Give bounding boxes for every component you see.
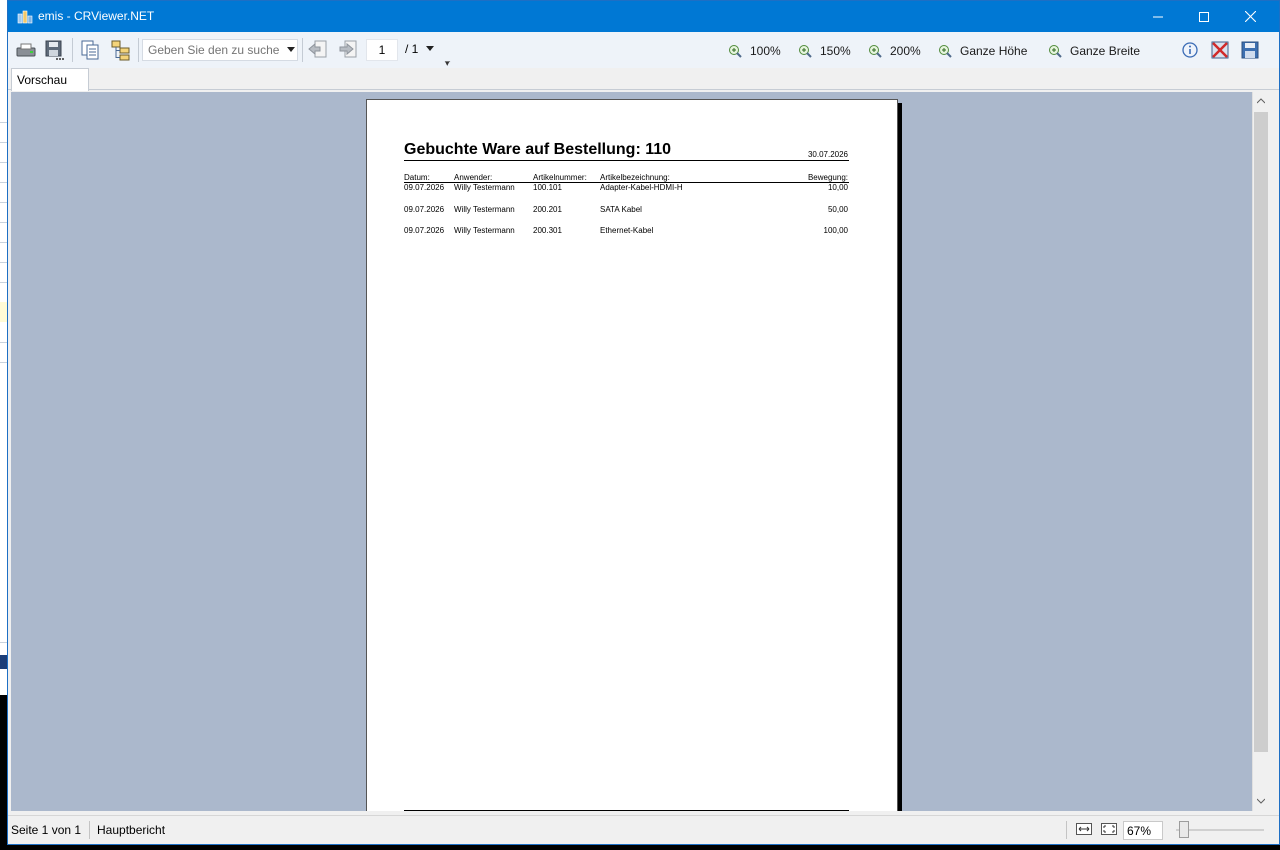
zoom-in-icon — [799, 45, 812, 58]
page-dropdown-icon[interactable] — [426, 46, 434, 51]
page-status: Seite 1 von 1 — [11, 823, 82, 837]
column-header-bewegung: Bewegung: — [807, 173, 848, 182]
search-input[interactable] — [143, 40, 279, 60]
previous-page-button[interactable] — [306, 38, 330, 62]
zoom-in-icon — [729, 45, 742, 58]
column-header-artikelbezeichnung: Artikelbezeichnung: — [600, 173, 670, 182]
window-title: emis - CRViewer.NET — [38, 9, 155, 23]
title-rule — [404, 160, 849, 161]
tree-view-icon — [111, 40, 130, 61]
fit-width-button[interactable] — [1076, 822, 1092, 839]
cell-anwender: Willy Testermann — [454, 205, 515, 214]
zoom-in-icon — [869, 45, 882, 58]
vertical-scrollbar[interactable] — [1252, 92, 1269, 811]
zoom-200-label: 200% — [890, 44, 921, 58]
cell-artikelbezeichnung: SATA Kabel — [600, 205, 642, 214]
close-report-button[interactable] — [1208, 38, 1232, 62]
zoom-150-button[interactable]: 150% — [798, 41, 851, 61]
fit-page-button[interactable] — [1101, 822, 1117, 839]
cell-bewegung: 10,00 — [827, 183, 848, 192]
page-back-icon — [308, 40, 327, 58]
cell-bewegung: 50,00 — [827, 205, 848, 214]
column-header-anwender: Anwender: — [454, 173, 493, 182]
export-button[interactable] — [42, 38, 66, 62]
zoom-level-field[interactable]: 67% — [1123, 821, 1163, 840]
zoom-slider-track[interactable] — [1176, 829, 1264, 831]
zoom-100-label: 100% — [750, 44, 781, 58]
zoom-page-height-button[interactable]: Ganze Höhe — [938, 41, 1027, 61]
scrollbar-thumb[interactable] — [1254, 112, 1268, 752]
cell-artikelnummer: 200.301 — [533, 226, 562, 235]
cell-bewegung: 100,00 — [823, 226, 848, 235]
page-forward-icon — [339, 40, 357, 58]
report-name-status: Hauptbericht — [97, 823, 166, 837]
fit-width-icon — [1076, 823, 1092, 835]
cell-anwender: Willy Testermann — [454, 183, 515, 192]
report-preview-area[interactable]: Gebuchte Ware auf Bestellung: 110 30.07.… — [11, 92, 1265, 811]
group-tree-button[interactable] — [109, 38, 133, 62]
print-button[interactable] — [14, 38, 38, 62]
report-page: Gebuchte Ware auf Bestellung: 110 30.07.… — [366, 99, 898, 811]
toolbar-overflow-icon[interactable]: _ ▾ — [445, 53, 450, 68]
zoom-page-height-label: Ganze Höhe — [960, 44, 1028, 58]
tab-strip: Vorschau — [8, 68, 1279, 91]
cell-datum: 09.07.2026 — [404, 205, 445, 214]
minimize-icon — [1153, 16, 1163, 17]
title-bar: emis - CRViewer.NET — [8, 1, 1279, 32]
info-button[interactable] — [1178, 38, 1202, 62]
app-icon — [17, 8, 33, 24]
crviewer-window: emis - CRViewer.NET Geben Sie den zu suc… — [7, 0, 1280, 845]
zoom-in-icon — [1049, 45, 1062, 58]
next-page-button[interactable] — [336, 38, 360, 62]
page-total: / 1 — [405, 42, 419, 56]
info-icon — [1182, 42, 1198, 58]
save-button[interactable] — [1238, 38, 1262, 62]
toolbar: 1 / 1 _▾ 100% 150% 200% Ganze Höhe Ganze… — [8, 32, 1279, 68]
report-date: 30.07.2026 — [807, 150, 848, 159]
printer-icon — [16, 43, 36, 57]
cell-datum: 09.07.2026 — [404, 226, 445, 235]
zoom-150-label: 150% — [820, 44, 851, 58]
search-field[interactable] — [142, 39, 298, 61]
cell-artikelnummer: 100.101 — [533, 183, 562, 192]
scroll-up-icon[interactable] — [1257, 97, 1265, 105]
status-bar: Seite 1 von 1 Hauptbericht 67% — [8, 815, 1279, 844]
close-icon — [1244, 11, 1256, 22]
zoom-200-button[interactable]: 200% — [868, 41, 921, 61]
close-report-icon — [1211, 41, 1229, 59]
scroll-down-icon[interactable] — [1257, 797, 1265, 805]
cell-datum: 09.07.2026 — [404, 183, 445, 192]
column-header-artikelnummer: Artikelnummer: — [533, 173, 587, 182]
report-title: Gebuchte Ware auf Bestellung: 110 — [404, 141, 672, 158]
zoom-in-icon — [939, 45, 952, 58]
close-button[interactable] — [1227, 1, 1273, 32]
zoom-slider-thumb[interactable] — [1179, 821, 1189, 838]
minimize-button[interactable] — [1135, 1, 1181, 32]
copy-button[interactable] — [78, 38, 102, 62]
cell-artikelbezeichnung: Ethernet-Kabel — [600, 226, 654, 235]
footer-rule — [404, 810, 849, 811]
zoom-100-button[interactable]: 100% — [728, 41, 781, 61]
zoom-page-width-label: Ganze Breite — [1070, 44, 1141, 58]
cell-artikelbezeichnung: Adapter-Kabel-HDMI-H — [600, 183, 683, 192]
page-number-input[interactable]: 1 — [366, 39, 398, 61]
maximize-icon — [1199, 11, 1209, 22]
search-dropdown-icon[interactable] — [287, 47, 295, 52]
zoom-page-width-button[interactable]: Ganze Breite — [1048, 41, 1140, 61]
save-icon — [1241, 41, 1259, 59]
floppy-disk-icon — [45, 40, 64, 60]
column-header-datum: Datum: — [404, 173, 430, 182]
fit-page-icon — [1101, 823, 1117, 835]
copy-pages-icon — [81, 40, 99, 60]
cell-anwender: Willy Testermann — [454, 226, 515, 235]
tab-vorschau[interactable]: Vorschau — [11, 68, 89, 91]
cell-artikelnummer: 200.201 — [533, 205, 562, 214]
maximize-button[interactable] — [1181, 1, 1227, 32]
